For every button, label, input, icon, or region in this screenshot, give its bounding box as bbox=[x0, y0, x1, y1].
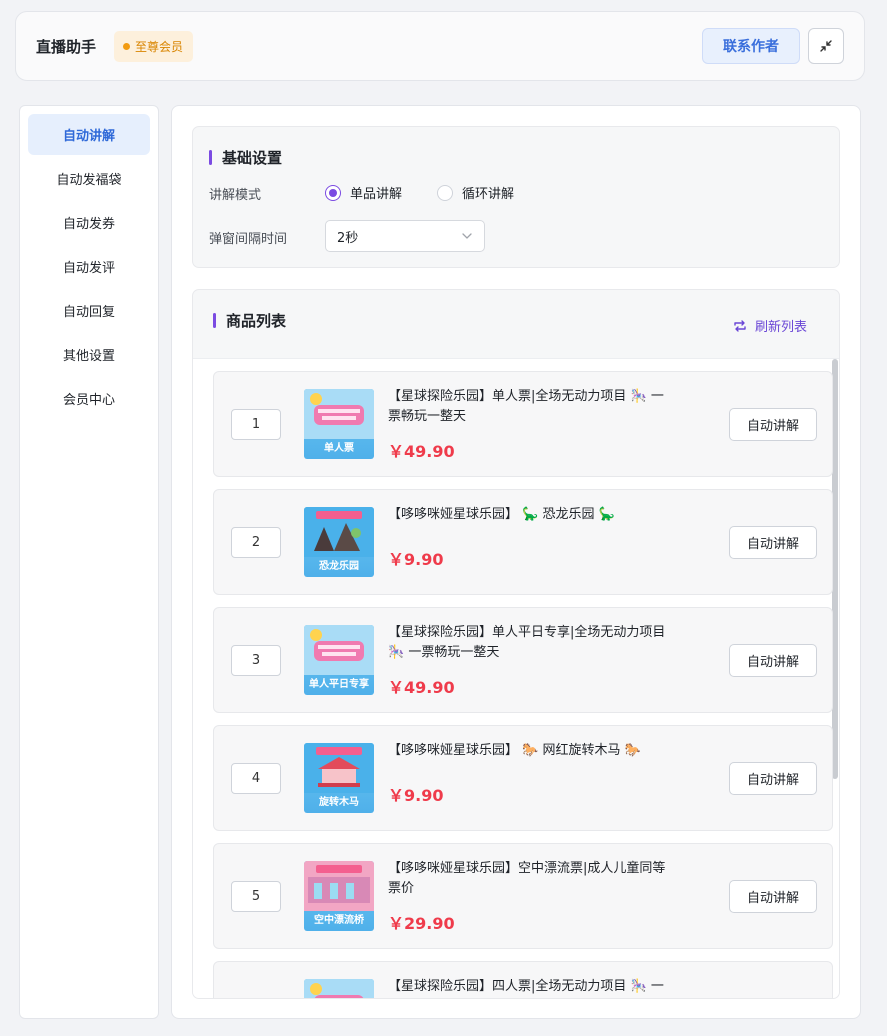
mode-radio-loop-label: 循环讲解 bbox=[462, 187, 515, 202]
interval-value: 2秒 bbox=[337, 230, 359, 246]
product-index-input[interactable]: 2 bbox=[231, 527, 281, 558]
sidebar-item-member-center[interactable]: 会员中心 bbox=[28, 378, 150, 419]
product-price: ￥9.90 bbox=[388, 786, 444, 805]
refresh-list-label: 刷新列表 bbox=[755, 320, 808, 335]
basic-settings-section: 基础设置 讲解模式 单品讲解 循环讲解 弹窗间隔时间 2秒 bbox=[192, 126, 840, 268]
park-poster-icon bbox=[304, 979, 374, 998]
sidebar-item-auto-explain[interactable]: 自动讲解 bbox=[28, 114, 150, 155]
product-name-line2: 票畅玩一整天 bbox=[388, 409, 467, 424]
product-card: 3 单人平日专享 【星球探险乐园】单人平日专享|全场无动力项目 🎠 一票畅玩一整… bbox=[213, 607, 833, 713]
product-index-input[interactable]: 4 bbox=[231, 763, 281, 794]
auto-explain-button[interactable]: 自动讲解 bbox=[729, 408, 817, 441]
auto-explain-button[interactable]: 自动讲解 bbox=[729, 526, 817, 559]
product-index-input[interactable]: 1 bbox=[231, 409, 281, 440]
vip-badge: 至尊会员 bbox=[114, 31, 194, 62]
product-name: 【星球探险乐园】单人平日专享|全场无动力项目 🎠 一票畅玩一整天 bbox=[388, 623, 688, 663]
product-name: 【哆哆咪娅星球乐园】 🐎 网红旋转木马 🐎 bbox=[388, 741, 688, 761]
product-name-line1: 【星球探险乐园】单人平日专享|全场无动力项目 bbox=[388, 625, 666, 640]
product-card: 5 空中漂流桥 【哆哆咪娅星球乐园】空中漂流票|成人儿童同等 票价 ￥29.90… bbox=[213, 843, 833, 949]
auto-explain-button[interactable]: 自动讲解 bbox=[729, 644, 817, 677]
park-poster-icon bbox=[304, 625, 374, 675]
product-name-line2: 🎠 一票畅玩一整天 bbox=[388, 645, 500, 660]
product-price: ￥29.90 bbox=[388, 914, 455, 933]
mode-radio-loop[interactable]: 循环讲解 bbox=[437, 183, 514, 202]
badge-dot-icon bbox=[123, 43, 130, 50]
product-price: ￥49.90 bbox=[388, 442, 455, 461]
product-index-input[interactable]: 3 bbox=[231, 645, 281, 676]
product-name-line1: 【星球探险乐园】四人票|全场无动力项目 🎠 一 bbox=[388, 979, 664, 994]
product-list-title: 商品列表 bbox=[213, 310, 286, 331]
product-name-line1: 【哆哆咪娅星球乐园】空中漂流票|成人儿童同等 bbox=[388, 861, 666, 876]
product-name: 【星球探险乐园】四人票|全场无动力项目 🎠 一 bbox=[388, 977, 688, 997]
product-card: 1 单人票 【星球探险乐园】单人票|全场无动力项目 🎠 一 票畅玩一整天 ￥49… bbox=[213, 371, 833, 477]
sidebar: 自动讲解 自动发福袋 自动发券 自动发评 自动回复 其他设置 会员中心 bbox=[19, 105, 159, 1019]
product-list-title-text: 商品列表 bbox=[226, 312, 287, 330]
radio-unchecked-icon bbox=[437, 184, 453, 201]
carousel-poster-icon bbox=[304, 743, 374, 793]
sidebar-item-reply[interactable]: 自动回复 bbox=[28, 290, 150, 331]
thumbnail-caption: 旋转木马 bbox=[319, 797, 359, 808]
product-name-line1: 【哆哆咪娅星球乐园】 🦕 恐龙乐园 🦕 bbox=[388, 507, 615, 522]
shrink-button[interactable] bbox=[808, 28, 844, 64]
product-list[interactable]: 1 单人票 【星球探险乐园】单人票|全场无动力项目 🎠 一 票畅玩一整天 ￥49… bbox=[193, 358, 839, 998]
product-thumbnail: 单人平日专享 bbox=[304, 625, 374, 695]
mode-radio-single-label: 单品讲解 bbox=[350, 187, 403, 202]
mode-label: 讲解模式 bbox=[209, 188, 262, 203]
product-name-line1: 【星球探险乐园】单人票|全场无动力项目 🎠 一 bbox=[388, 389, 664, 404]
product-card: 4 旋转木马 【哆哆咪娅星球乐园】 🐎 网红旋转木马 🐎 ￥9.90 自动讲解 bbox=[213, 725, 833, 831]
product-index-input[interactable]: 5 bbox=[231, 881, 281, 912]
chevron-down-icon bbox=[462, 233, 472, 239]
dinosaur-poster-icon bbox=[304, 507, 374, 557]
product-thumbnail: 单人票 bbox=[304, 389, 374, 459]
shrink-icon bbox=[820, 40, 832, 52]
product-name: 【哆哆咪娅星球乐园】空中漂流票|成人儿童同等 票价 bbox=[388, 859, 688, 899]
app-title: 直播助手 bbox=[36, 38, 97, 56]
product-thumbnail: 旋转木马 bbox=[304, 743, 374, 813]
basic-settings-title-text: 基础设置 bbox=[222, 149, 283, 167]
auto-explain-button[interactable]: 自动讲解 bbox=[729, 880, 817, 913]
thumbnail-caption: 恐龙乐园 bbox=[319, 561, 359, 572]
main-panel: 基础设置 讲解模式 单品讲解 循环讲解 弹窗间隔时间 2秒 商品列表 刷新列表 … bbox=[171, 105, 861, 1019]
product-price: ￥9.90 bbox=[388, 550, 444, 569]
sidebar-item-coupon[interactable]: 自动发券 bbox=[28, 202, 150, 243]
interval-label: 弹窗间隔时间 bbox=[209, 232, 288, 247]
product-name: 【哆哆咪娅星球乐园】 🦕 恐龙乐园 🦕 bbox=[388, 505, 688, 525]
thumbnail-caption: 单人平日专享 bbox=[309, 679, 369, 690]
header-bar: 直播助手 至尊会员 联系作者 bbox=[15, 11, 865, 81]
interval-select[interactable]: 2秒 bbox=[325, 220, 485, 252]
product-name-line2: 票价 bbox=[388, 881, 415, 896]
refresh-list-button[interactable]: 刷新列表 bbox=[733, 316, 807, 335]
product-thumbnail: 恐龙乐园 bbox=[304, 507, 374, 577]
vip-badge-label: 至尊会员 bbox=[135, 40, 184, 54]
section-accent-bar bbox=[209, 150, 212, 165]
mode-radio-single[interactable]: 单品讲解 bbox=[325, 183, 402, 202]
section-accent-bar bbox=[213, 313, 216, 328]
product-name: 【星球探险乐园】单人票|全场无动力项目 🎠 一 票畅玩一整天 bbox=[388, 387, 688, 427]
thumbnail-caption: 单人票 bbox=[324, 443, 354, 454]
basic-settings-title: 基础设置 bbox=[209, 147, 282, 168]
product-price: ￥49.90 bbox=[388, 678, 455, 697]
contact-author-button[interactable]: 联系作者 bbox=[702, 28, 800, 64]
product-list-section: 商品列表 刷新列表 1 单人票 【星球探险乐园】单人票|全场无动力项目 🎠 一 … bbox=[192, 289, 840, 999]
product-card: 【星球探险乐园】四人票|全场无动力项目 🎠 一 bbox=[213, 961, 833, 998]
product-thumbnail: 空中漂流桥 bbox=[304, 861, 374, 931]
product-thumbnail bbox=[304, 979, 374, 998]
product-name-line1: 【哆哆咪娅星球乐园】 🐎 网红旋转木马 🐎 bbox=[388, 743, 641, 758]
sidebar-item-comment[interactable]: 自动发评 bbox=[28, 246, 150, 287]
thumbnail-caption: 空中漂流桥 bbox=[314, 915, 364, 926]
refresh-icon bbox=[734, 319, 746, 332]
radio-checked-icon bbox=[325, 184, 341, 201]
sidebar-item-other-settings[interactable]: 其他设置 bbox=[28, 334, 150, 375]
auto-explain-button[interactable]: 自动讲解 bbox=[729, 762, 817, 795]
park-poster-icon bbox=[304, 389, 374, 439]
product-card: 2 恐龙乐园 【哆哆咪娅星球乐园】 🦕 恐龙乐园 🦕 ￥9.90 自动讲解 bbox=[213, 489, 833, 595]
sidebar-item-lucky-bag[interactable]: 自动发福袋 bbox=[28, 158, 150, 199]
drift-poster-icon bbox=[304, 861, 374, 911]
